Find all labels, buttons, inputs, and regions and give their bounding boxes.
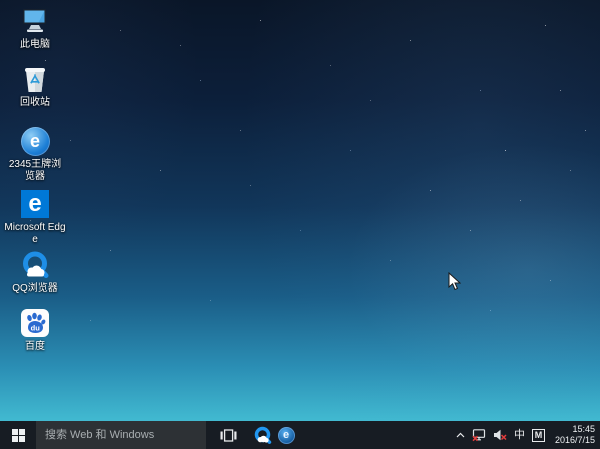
desktop-icon-2345-browser[interactable]: e 2345王牌浏览器 [2, 125, 68, 183]
task-view-icon [220, 429, 237, 442]
chevron-up-icon [456, 432, 465, 438]
desktop-icon-baidu[interactable]: du 百度 [2, 307, 68, 353]
recycle-bin-icon [19, 63, 51, 95]
desktop-icon-label: 百度 [25, 341, 45, 353]
qq-browser-icon [19, 249, 51, 281]
clock-date: 2016/7/15 [555, 435, 595, 446]
ime-mode-indicator[interactable]: M [532, 429, 545, 442]
desktop-icon-qq-browser[interactable]: QQ浏览器 [2, 249, 68, 295]
2345-browser-icon: e [278, 427, 295, 444]
wallpaper-nebula [0, 0, 600, 449]
desktop-icon-label: Microsoft Edge [4, 222, 66, 246]
network-status-icon[interactable] [472, 421, 486, 449]
clock-time: 15:45 [555, 424, 595, 435]
show-hidden-icons-button[interactable] [456, 421, 465, 449]
wallpaper-stars [0, 0, 1, 1]
desktop-icon-label: 回收站 [20, 97, 50, 109]
svg-text:du: du [31, 324, 41, 333]
taskbar: e 中 M [0, 421, 600, 449]
desktop-icon-this-pc[interactable]: 此电脑 [2, 5, 68, 51]
windows-desktop: 此电脑 回收站 e 2345王牌浏览器 e Microsoft Edge [0, 0, 600, 449]
desktop-icon-recycle-bin[interactable]: 回收站 [2, 63, 68, 109]
desktop-icon-label: 此电脑 [20, 39, 50, 51]
baidu-icon: du [19, 307, 51, 339]
ime-language-indicator[interactable]: 中 [514, 421, 525, 449]
desktop-icon-label: QQ浏览器 [12, 283, 58, 295]
windows-logo-icon [12, 429, 25, 442]
search-input[interactable] [36, 421, 206, 449]
2345-browser-icon: e [19, 125, 51, 157]
microsoft-edge-icon: e [19, 188, 51, 220]
qq-browser-icon [253, 426, 272, 445]
system-tray: 中 M 15:45 2016/7/15 [456, 421, 600, 449]
taskbar-2345-browser-button[interactable]: e [272, 421, 300, 449]
desktop-icon-microsoft-edge[interactable]: e Microsoft Edge [2, 188, 68, 246]
taskbar-clock[interactable]: 15:45 2016/7/15 [552, 424, 595, 446]
desktop-icon-label: 2345王牌浏览器 [4, 159, 66, 183]
start-button[interactable] [0, 421, 36, 449]
volume-status-icon[interactable] [493, 421, 507, 449]
task-view-button[interactable] [214, 421, 242, 449]
this-pc-icon [19, 5, 51, 37]
